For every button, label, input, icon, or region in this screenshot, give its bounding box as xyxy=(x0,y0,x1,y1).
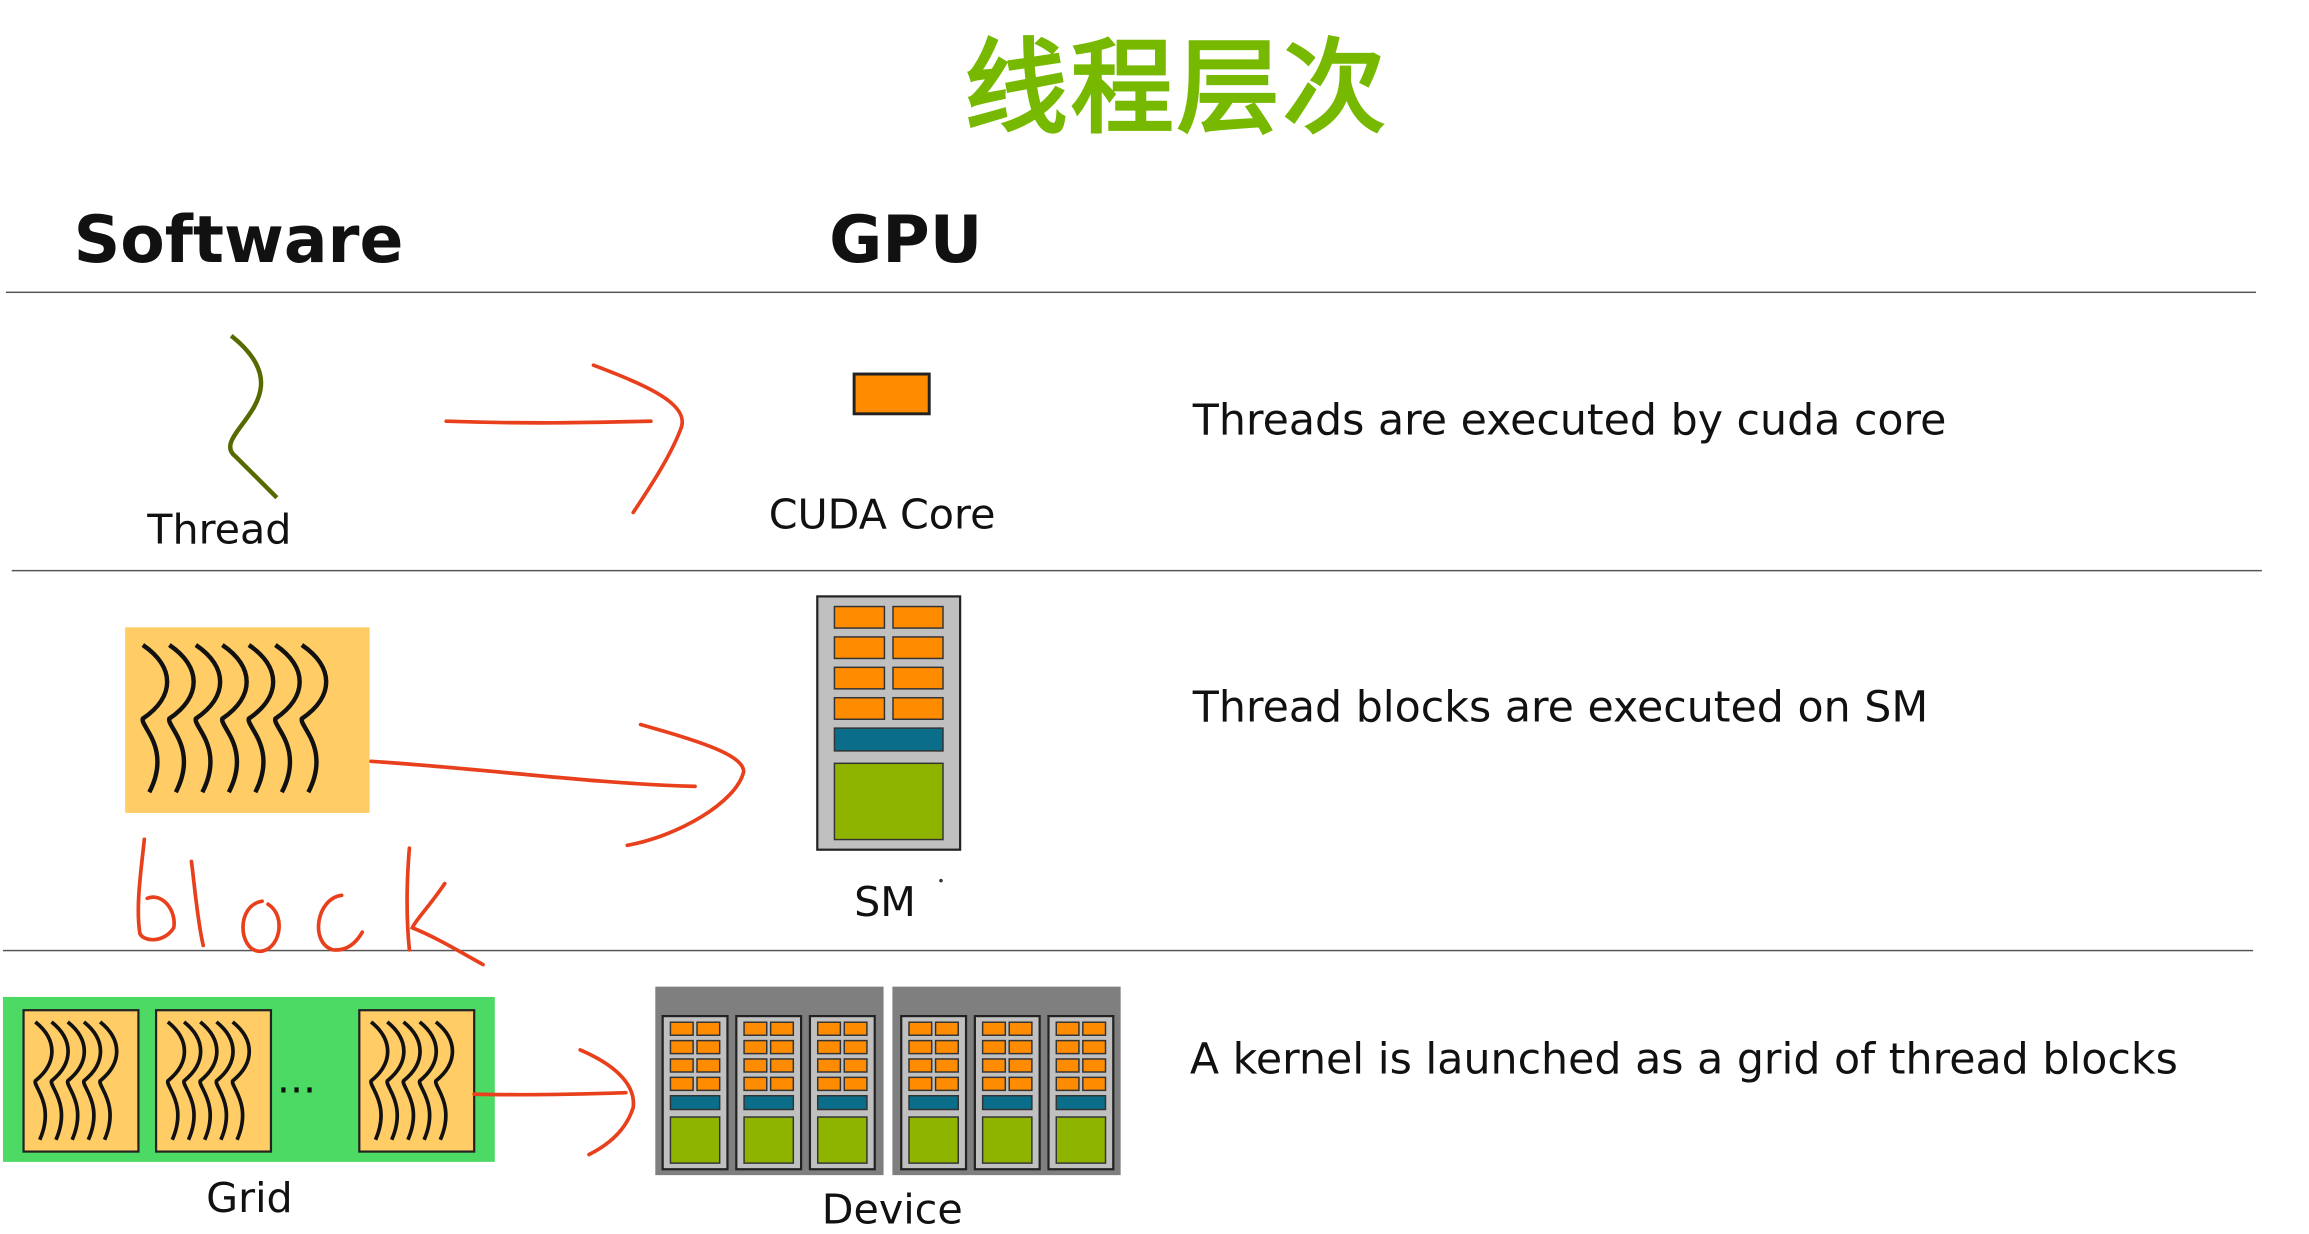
grid-icon xyxy=(2,996,495,1162)
device-icon xyxy=(655,986,1121,1176)
arrow-row-3 xyxy=(472,1048,636,1157)
slide: 线程层次 Software GPU Thread CUDA Core Threa… xyxy=(0,0,2309,1234)
label-grid: Grid xyxy=(206,1173,293,1223)
desc-row-3: A kernel is launched as a grid of thread… xyxy=(1189,1033,2178,1084)
label-device: Device xyxy=(821,1185,963,1234)
grid-ellipsis: ... xyxy=(276,1054,317,1103)
